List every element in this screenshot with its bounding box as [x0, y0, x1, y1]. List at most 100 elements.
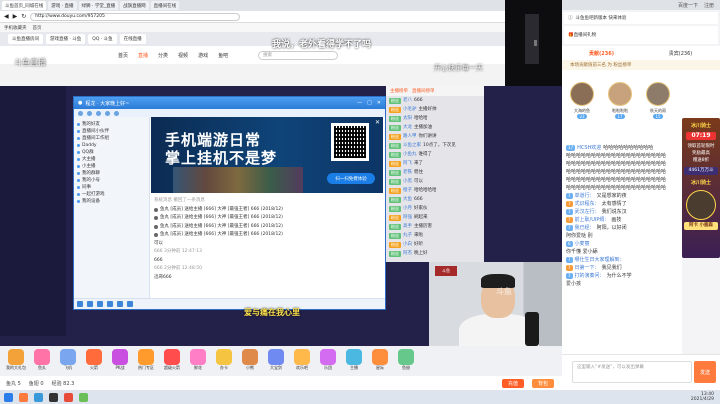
version-banner[interactable]: ⓘ 斗鱼鱼吧新版本 快来体验	[564, 12, 718, 24]
refresh-icon[interactable]: ↻	[21, 13, 26, 20]
chat-username[interactable]: 大鱼	[403, 195, 412, 204]
gift-item[interactable]: 火箭	[84, 349, 104, 373]
gift-item[interactable]: 超级火箭	[162, 349, 182, 373]
chat-username[interactable]: 太阳	[403, 114, 412, 123]
chat-username[interactable]: 武汉左行：	[575, 208, 600, 216]
contact-group[interactable]: 小主播	[77, 163, 146, 170]
gift-item[interactable]: 热门专区	[136, 349, 156, 373]
browser-app-icon[interactable]	[19, 392, 28, 402]
contact-group[interactable]: 我的好友	[77, 121, 146, 128]
chat-username[interactable]: 老铁	[403, 168, 412, 177]
inner-tab[interactable]: QQ · 斗鱼	[88, 34, 117, 44]
maximize-icon[interactable]: □	[367, 100, 372, 106]
gift-item[interactable]: 鱼丸	[32, 349, 52, 373]
chat-username[interactable]: 阿飞	[403, 159, 412, 168]
gift-item[interactable]: 办卡	[214, 349, 234, 373]
browser-tab[interactable]: 直播间在线	[150, 1, 180, 10]
backpack-button[interactable]: 背包	[531, 378, 554, 388]
gift-item[interactable]: 主播	[344, 349, 364, 373]
browser-tab[interactable]: 战旗直播网	[120, 1, 149, 10]
chat-username[interactable]: 橙子	[403, 186, 412, 195]
chat-username[interactable]: 我已经：	[575, 224, 595, 232]
gift-item[interactable]: 鱼翅	[396, 349, 416, 373]
overlay-tab[interactable]: 直播间榜单	[412, 88, 435, 94]
obs-app-icon[interactable]	[49, 392, 58, 402]
chat-username[interactable]: 小白	[403, 240, 412, 249]
gift-item[interactable]: 我的大礼包	[6, 349, 26, 373]
site-search-input[interactable]: 搜索	[258, 50, 339, 60]
chat-username[interactable]: 老八	[403, 96, 412, 105]
forward-icon[interactable]: ▶	[13, 13, 18, 20]
app-icon[interactable]	[64, 392, 73, 402]
contact-group[interactable]: 我的设备	[77, 198, 146, 205]
chat-input[interactable]: 这里输入“#发送”，可以发出弹幕	[572, 361, 692, 383]
gift-item[interactable]: 星际	[370, 349, 390, 373]
promo-card[interactable]: 冰川骑士 07:19 领取首轮限时 奖励最高 赠送8折 4461万万斗 冰川骑士…	[682, 118, 720, 258]
contact-group[interactable]: 直播间工作组	[77, 135, 146, 142]
back-icon[interactable]: ◀	[4, 13, 9, 20]
nav-item-live[interactable]: 直播	[138, 52, 148, 59]
chat-username[interactable]: 日第一下：	[575, 264, 600, 272]
contact-group[interactable]: 大主播	[77, 156, 146, 163]
top-link[interactable]: 注册	[704, 2, 714, 9]
recharge-button[interactable]: 充值	[501, 378, 524, 388]
folder-icon[interactable]	[107, 301, 113, 307]
chat-username[interactable]: 阿强	[403, 213, 412, 222]
chat-username[interactable]: 小鱼丸	[403, 150, 417, 159]
close-icon[interactable]: ✕	[375, 119, 380, 126]
nav-item-game[interactable]: 游戏	[198, 52, 208, 59]
rank-item[interactable]: 啦啦啦啦 17	[604, 74, 636, 119]
gift-item[interactable]: 乐团	[318, 349, 338, 373]
rank-item[interactable]: 大海的鱼 23	[566, 74, 598, 119]
scan-button[interactable]: 扫一扫免费体验	[327, 173, 375, 184]
nav-item-yuba[interactable]: 鱼吧	[218, 52, 228, 59]
tab-contribution[interactable]: 贡献(236)	[562, 50, 641, 57]
chat-username[interactable]: HCSH欢迎	[577, 144, 601, 152]
gift-icon[interactable]	[117, 301, 123, 307]
nav-item-video[interactable]: 视频	[178, 52, 188, 59]
chat-username[interactable]: 小月	[403, 204, 412, 213]
gift-item[interactable]: 大宝剑	[266, 349, 286, 373]
bookmark-item[interactable]: 首页	[33, 25, 42, 31]
rank-item[interactable]: 秋天的雨 15	[642, 74, 674, 119]
browser-tab[interactable]: 斗鱼首页_同城在线	[2, 1, 47, 10]
send-button[interactable]: 发送	[694, 361, 716, 383]
minimize-icon[interactable]: —	[357, 100, 362, 106]
app-icon[interactable]	[79, 392, 88, 402]
video-call-icon[interactable]	[87, 110, 92, 116]
close-icon[interactable]: ✕	[377, 100, 381, 106]
contact-group[interactable]: 我的群聊	[77, 170, 146, 177]
start-icon[interactable]	[4, 392, 13, 402]
screen-share-icon[interactable]	[96, 110, 101, 116]
chat-username[interactable]: 小麦丽	[575, 240, 590, 248]
app-icon[interactable]	[114, 110, 119, 116]
chat-username[interactable]: 式识程东：	[575, 200, 600, 208]
emoji-icon[interactable]	[77, 301, 83, 307]
qq-app-icon[interactable]	[34, 392, 43, 402]
browser-tab[interactable]: 绿狮 · 学堂_直播	[78, 1, 119, 10]
history-icon[interactable]	[127, 301, 133, 307]
chat-username[interactable]: 小黑	[403, 177, 412, 186]
chat-username[interactable]: 哪仕生日大家理解到：	[575, 256, 625, 264]
chat-username[interactable]: 路人甲	[403, 132, 417, 141]
inner-tab[interactable]: 在线直播	[119, 34, 146, 44]
chat-username[interactable]: 打的演奏问：	[575, 272, 605, 280]
inner-tab[interactable]: 游戏直播 · 斗鱼	[46, 34, 86, 44]
bookmark-item[interactable]: 手机收藏夹	[4, 25, 27, 31]
nav-item-category[interactable]: 分类	[158, 52, 168, 59]
gift-item[interactable]: PK战	[110, 349, 130, 373]
chat-username[interactable]: 丸子	[403, 231, 412, 240]
chat-username[interactable]: 高手	[403, 222, 412, 231]
chat-username[interactable]: 阿杰	[403, 249, 412, 258]
ad-banner[interactable]: 手机端游日常 掌上挂机不是梦 扫一扫免费体验 ✕	[151, 117, 383, 193]
voice-call-icon[interactable]	[78, 110, 83, 116]
gift-item[interactable]: 小熊	[240, 349, 260, 373]
image-icon[interactable]	[87, 301, 93, 307]
chat-username[interactable]: 小毛驴	[403, 105, 417, 114]
url-field[interactable]: http://www.douyu.com/957205	[30, 12, 241, 21]
contact-group[interactable]: 直播间小伙伴	[77, 128, 146, 135]
nav-item-home[interactable]: 首页	[118, 52, 128, 59]
chat-username[interactable]: 大龙	[403, 123, 412, 132]
screenshot-icon[interactable]	[97, 301, 103, 307]
inner-tab[interactable]: 斗鱼直播房间	[8, 34, 43, 44]
